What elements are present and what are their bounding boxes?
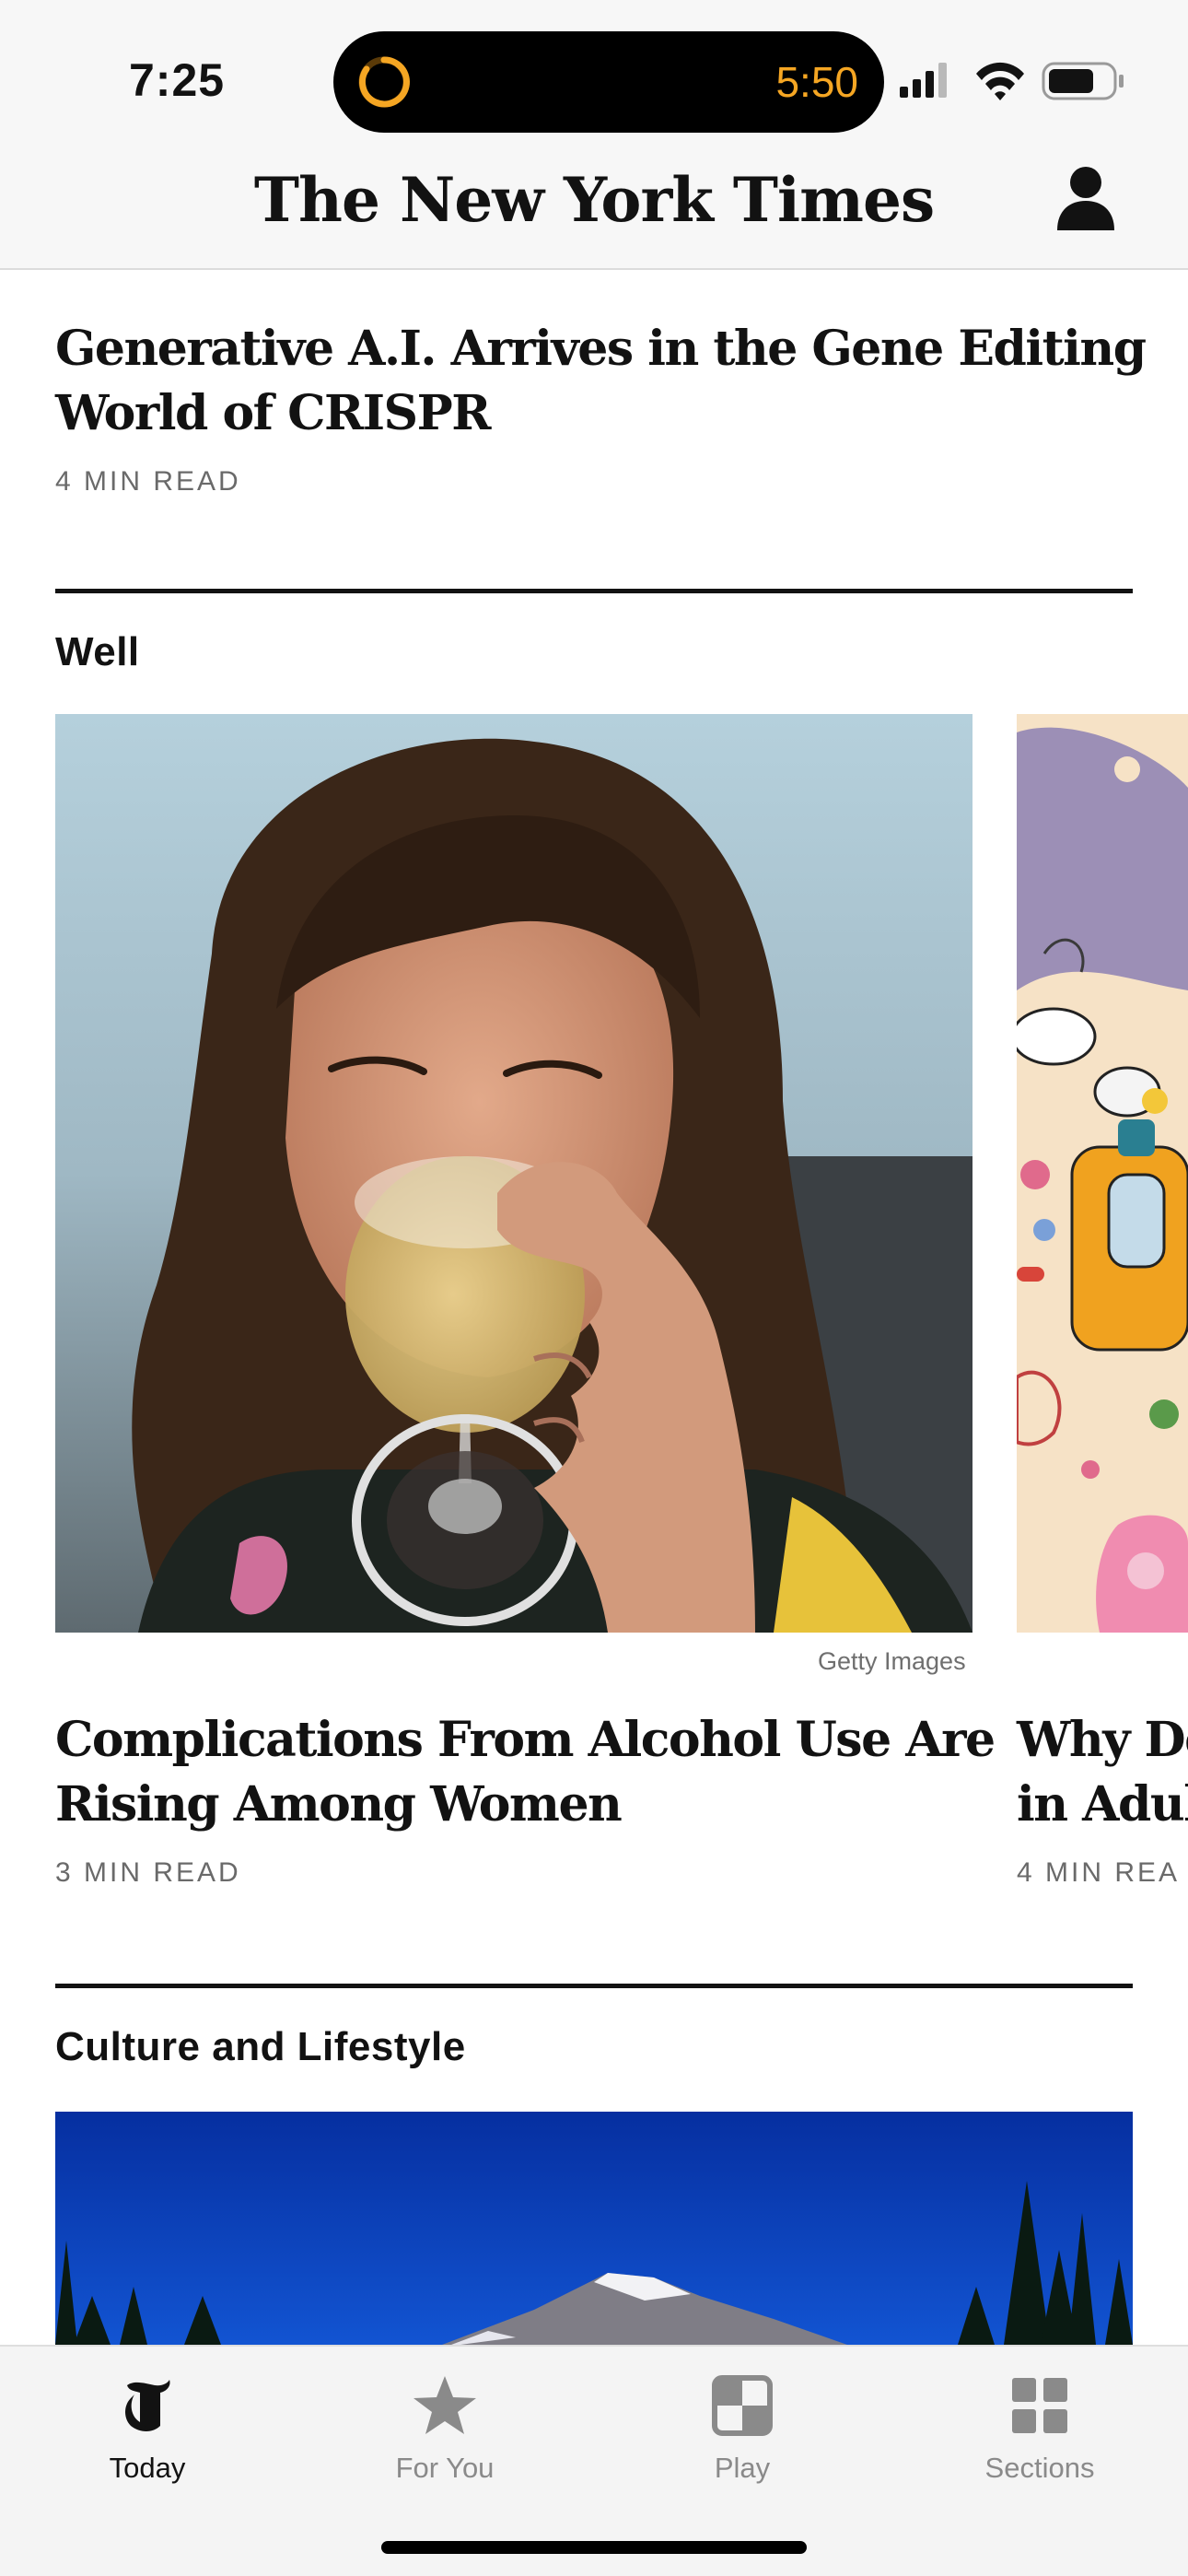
status-icons (900, 62, 1124, 100)
tab-play[interactable]: Play (632, 2372, 853, 2485)
section-divider (55, 1984, 1133, 1988)
status-time: 7:25 (129, 54, 226, 106)
tab-label: Sections (984, 2452, 1095, 2484)
read-time: 4 MIN REA (1017, 1857, 1181, 1888)
top-bar: 7:25 5:50 The New York Times (0, 0, 1188, 270)
sections-grid-icon (1012, 2378, 1067, 2433)
article-headline[interactable]: Rising Among Women (55, 1773, 623, 1837)
wifi-icon (976, 62, 1024, 100)
section-divider (55, 589, 1133, 593)
tab-for-you[interactable]: For You (334, 2372, 555, 2485)
article-photo-mountain[interactable] (55, 2112, 1133, 2345)
dynamic-island[interactable]: 5:50 (333, 31, 884, 133)
tab-today[interactable]: Today (37, 2372, 258, 2485)
live-activity-timer: 5:50 (775, 58, 858, 106)
section-title-well[interactable]: Well (55, 629, 140, 675)
profile-icon[interactable] (1054, 164, 1118, 230)
nyt-t-logo-icon (125, 2380, 170, 2431)
tab-label: For You (395, 2452, 495, 2484)
article-headline[interactable]: Generative A.I. Arrives in the Gene Edit… (55, 317, 1147, 381)
article-headline[interactable]: in Adul (1017, 1773, 1188, 1837)
article-headline[interactable]: Why De (1017, 1708, 1188, 1773)
read-time: 4 MIN READ (55, 466, 241, 497)
article-headline[interactable]: Complications From Alcohol Use Are (55, 1708, 996, 1773)
tab-label: Play (714, 2452, 771, 2484)
star-icon (413, 2376, 476, 2434)
section-title-culture[interactable]: Culture and Lifestyle (55, 2024, 466, 2070)
article-photo-woman-drinking[interactable] (55, 714, 973, 1633)
article-headline[interactable]: World of CRISPR (55, 381, 491, 446)
battery-icon (1042, 62, 1124, 100)
masthead-logo[interactable]: The New York Times (0, 164, 1188, 236)
play-games-icon (712, 2375, 773, 2436)
read-time: 3 MIN READ (55, 1857, 241, 1888)
timer-ring-icon (358, 56, 410, 108)
home-indicator[interactable] (381, 2541, 807, 2554)
tab-sections[interactable]: Sections (929, 2372, 1150, 2485)
tab-label: Today (109, 2452, 186, 2484)
article-photo-illustration[interactable] (1017, 714, 1188, 1633)
photo-credit: Getty Images (818, 1647, 966, 1675)
cellular-signal-icon (900, 63, 947, 98)
